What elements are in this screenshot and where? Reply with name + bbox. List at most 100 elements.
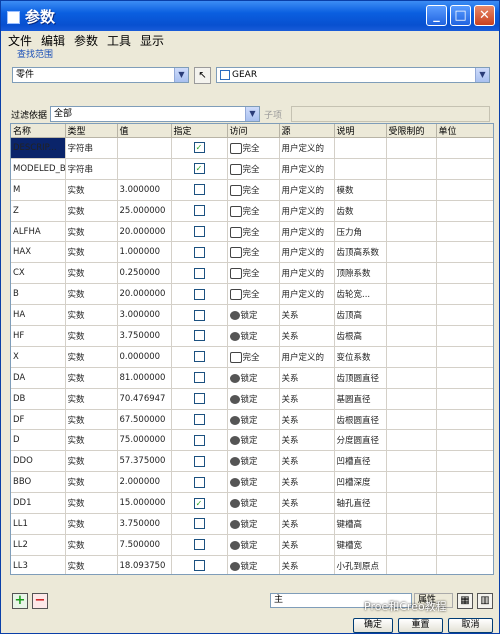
cell-description[interactable]: 键槽宽 [334, 534, 387, 556]
cell-designated[interactable] [171, 262, 228, 285]
cell-description[interactable]: 基圆直径 [334, 388, 387, 410]
cell-value[interactable]: 2.000000 [117, 471, 172, 494]
checked-checkbox[interactable]: ✓ [193, 163, 205, 175]
col-unit[interactable]: 单位 [436, 124, 493, 138]
table-row[interactable]: ALFHA 实数 20.000000 完全 用户定义的 压力角 [11, 221, 493, 243]
cell-description[interactable] [334, 158, 387, 180]
cell-access[interactable]: 完全 [227, 346, 280, 368]
unchecked-checkbox[interactable] [193, 393, 205, 405]
cell-designated[interactable]: ✓ [171, 492, 228, 515]
cell-restricted[interactable] [386, 429, 437, 452]
cell-description[interactable]: 齿轮宽... [334, 283, 387, 306]
col-restricted[interactable]: 受限制的 [386, 124, 437, 138]
cell-source[interactable]: 关系 [279, 325, 335, 347]
cell-unit[interactable] [436, 179, 493, 201]
table-row[interactable]: BBO 实数 2.000000 锁定 关系 凹槽深度 [11, 471, 493, 494]
cell-value[interactable]: 18.093750 [117, 555, 172, 574]
unchecked-checkbox[interactable] [193, 414, 205, 426]
cell-access[interactable]: 锁定 [227, 555, 280, 574]
cell-designated[interactable] [171, 534, 228, 556]
cell-value[interactable]: 3.750000 [117, 325, 172, 347]
col-value[interactable]: 值 [117, 124, 172, 138]
cell-source[interactable]: 用户定义的 [279, 346, 335, 368]
cell-type[interactable]: 实数 [65, 471, 118, 494]
cell-source[interactable]: 关系 [279, 304, 335, 327]
cell-restricted[interactable] [386, 450, 437, 473]
cell-value[interactable] [117, 137, 172, 159]
cell-source[interactable]: 关系 [279, 367, 335, 389]
cell-source[interactable]: 用户定义的 [279, 200, 335, 222]
cell-type[interactable]: 实数 [65, 200, 118, 222]
table-row[interactable]: DD1 实数 15.000000 ✓ 锁定 关系 轴孔直径 [11, 492, 493, 515]
col-description[interactable]: 说明 [334, 124, 387, 138]
cell-source[interactable]: 用户定义的 [279, 137, 335, 159]
cell-access[interactable]: 完全 [227, 200, 280, 222]
cell-designated[interactable] [171, 429, 228, 452]
cell-unit[interactable] [436, 262, 493, 285]
cell-value[interactable]: 7.500000 [117, 534, 172, 556]
cell-value[interactable]: 67.500000 [117, 409, 172, 431]
cell-description[interactable]: 模数 [334, 179, 387, 201]
cell-access[interactable]: 锁定 [227, 513, 280, 535]
col-access[interactable]: 访问 [227, 124, 280, 138]
cell-type[interactable]: 实数 [65, 555, 118, 574]
cell-source[interactable]: 关系 [279, 492, 335, 515]
cell-source[interactable]: 用户定义的 [279, 179, 335, 201]
cell-name[interactable]: DB [11, 388, 66, 410]
cell-source[interactable]: 关系 [279, 409, 335, 431]
cell-access[interactable]: 锁定 [227, 409, 280, 431]
cell-type[interactable]: 实数 [65, 346, 118, 368]
cell-unit[interactable] [436, 388, 493, 410]
cell-name[interactable]: HF [11, 325, 66, 347]
cell-description[interactable]: 齿数 [334, 200, 387, 222]
cell-name[interactable]: HA [11, 304, 66, 327]
menu-parameters[interactable]: 参数 [74, 32, 98, 49]
cell-restricted[interactable] [386, 388, 437, 410]
cell-access[interactable]: 锁定 [227, 492, 280, 515]
unchecked-checkbox[interactable] [193, 539, 205, 551]
cell-restricted[interactable] [386, 492, 437, 515]
cell-source[interactable]: 用户定义的 [279, 283, 335, 306]
add-parameter-button[interactable]: + [12, 593, 28, 609]
cell-value[interactable]: 75.000000 [117, 429, 172, 452]
scope-dropdown[interactable]: 零件 ▼ [12, 67, 189, 83]
cell-value[interactable]: 3.750000 [117, 513, 172, 535]
cell-description[interactable]: 凹槽深度 [334, 471, 387, 494]
cell-access[interactable]: 锁定 [227, 471, 280, 494]
cancel-button[interactable]: 取消 [448, 618, 493, 633]
chevron-down-icon[interactable]: ▼ [475, 68, 489, 82]
table-row[interactable]: LL3 实数 18.093750 锁定 关系 小孔到原点 [11, 555, 493, 574]
cell-description[interactable]: 小孔到原点 [334, 555, 387, 574]
cell-source[interactable]: 关系 [279, 513, 335, 535]
cell-restricted[interactable] [386, 346, 437, 368]
cell-description[interactable]: 分度圆直径 [334, 429, 387, 452]
cell-restricted[interactable] [386, 283, 437, 306]
cell-name[interactable]: X [11, 346, 66, 368]
cell-designated[interactable] [171, 304, 228, 327]
cell-designated[interactable] [171, 346, 228, 368]
cell-type[interactable]: 实数 [65, 262, 118, 285]
cell-description[interactable]: 齿顶高 [334, 304, 387, 327]
cell-designated[interactable] [171, 221, 228, 243]
cell-name[interactable]: B [11, 283, 66, 306]
cell-access[interactable]: 锁定 [227, 429, 280, 452]
cell-restricted[interactable] [386, 325, 437, 347]
cell-access[interactable]: 锁定 [227, 534, 280, 556]
cell-unit[interactable] [436, 137, 493, 159]
cell-type[interactable]: 实数 [65, 179, 118, 201]
cell-description[interactable] [334, 137, 387, 159]
chevron-down-icon[interactable]: ▼ [174, 68, 188, 82]
table-row[interactable]: D 实数 75.000000 锁定 关系 分度圆直径 [11, 429, 493, 452]
cell-source[interactable]: 用户定义的 [279, 158, 335, 180]
cell-type[interactable]: 实数 [65, 325, 118, 347]
unchecked-checkbox[interactable] [193, 518, 205, 530]
cell-source[interactable]: 关系 [279, 388, 335, 410]
cell-description[interactable]: 齿根高 [334, 325, 387, 347]
cell-type[interactable]: 字符串 [65, 158, 118, 180]
cell-name[interactable]: BBO [11, 471, 66, 494]
cell-name[interactable]: D [11, 429, 66, 452]
table-row[interactable]: MODELED_BY 字符串 ✓ 完全 用户定义的 [11, 158, 493, 180]
cell-value[interactable]: 3.000000 [117, 179, 172, 201]
columns-icon[interactable]: ▥ [477, 593, 493, 609]
close-button[interactable]: ✕ [474, 5, 495, 26]
